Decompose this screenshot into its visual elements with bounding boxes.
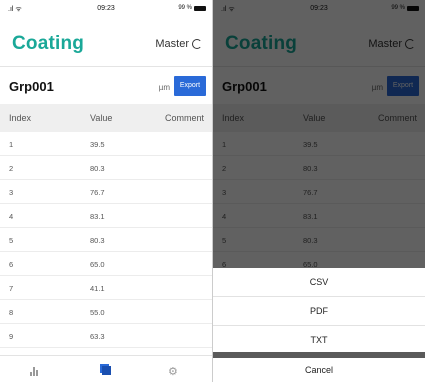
table-row[interactable]: 2 80.3 (0, 156, 212, 180)
table-row[interactable]: 1 39.5 (0, 132, 212, 156)
row-index: 6 (9, 260, 14, 269)
table-row[interactable]: 5 80.3 (0, 228, 212, 252)
export-action-sheet: CSV PDF TXT (213, 268, 425, 352)
export-button[interactable]: Export (174, 76, 206, 96)
row-value: 39.5 (90, 140, 105, 149)
mode-label: Master (155, 38, 189, 50)
table-row[interactable]: 3 76.7 (0, 180, 212, 204)
tab-bar: ⚙ (0, 355, 212, 382)
row-value: 80.3 (90, 164, 105, 173)
row-index: 4 (9, 212, 14, 221)
column-value: Value (90, 113, 113, 123)
battery-percent: 99 % (178, 5, 192, 11)
table-row[interactable]: 4 83.1 (0, 204, 212, 228)
row-index: 8 (9, 308, 14, 317)
battery-icon (194, 5, 206, 11)
mode-selector[interactable]: Master (155, 38, 202, 50)
group-name: Grp001 (9, 79, 54, 94)
row-value: 80.3 (90, 236, 105, 245)
row-index: 1 (9, 140, 14, 149)
table-row[interactable]: 8 55.0 (0, 300, 212, 324)
row-index: 3 (9, 188, 14, 197)
table-row[interactable]: 7 41.1 (0, 276, 212, 300)
bar-chart-icon[interactable] (30, 365, 39, 376)
export-txt-option[interactable]: TXT (213, 326, 425, 354)
app-brand: Coating (12, 33, 85, 54)
row-index: 2 (9, 164, 14, 173)
row-value: 41.1 (90, 284, 105, 293)
gear-icon[interactable]: ⚙ (168, 365, 178, 378)
cancel-button[interactable]: Cancel (213, 358, 425, 382)
row-value: 65.0 (90, 260, 105, 269)
modal-backdrop[interactable] (213, 0, 425, 268)
export-pdf-option[interactable]: PDF (213, 297, 425, 326)
refresh-icon[interactable] (192, 39, 202, 49)
status-bar: .ıl ᯤ 09:23 99 % (0, 0, 212, 18)
table-header: Index Value Comment (0, 104, 212, 132)
export-csv-option[interactable]: CSV (213, 268, 425, 297)
table-row[interactable]: 9 63.3 (0, 324, 212, 348)
export-sheet-screen: .ıl ᯤ 09:23 99 % Coating Master Grp001 µ… (213, 0, 425, 382)
header-divider (0, 66, 212, 67)
battery-indicator: 99 % (178, 5, 206, 11)
table-row[interactable]: 6 65.0 (0, 252, 212, 276)
row-index: 9 (9, 332, 14, 341)
main-screen: .ıl ᯤ 09:23 99 % Coating Master Grp001 µ… (0, 0, 212, 382)
row-index: 7 (9, 284, 14, 293)
row-value: 63.3 (90, 332, 105, 341)
row-index: 5 (9, 236, 14, 245)
measurement-list: 1 39.5 2 80.3 3 76.7 4 83.1 5 80.3 6 65.0 7 41.… (0, 132, 212, 348)
row-value: 83.1 (90, 212, 105, 221)
unit-label: µm (158, 83, 170, 92)
row-value: 76.7 (90, 188, 105, 197)
column-index: Index (9, 113, 32, 123)
column-comment: Comment (164, 113, 204, 123)
row-value: 55.0 (90, 308, 105, 317)
